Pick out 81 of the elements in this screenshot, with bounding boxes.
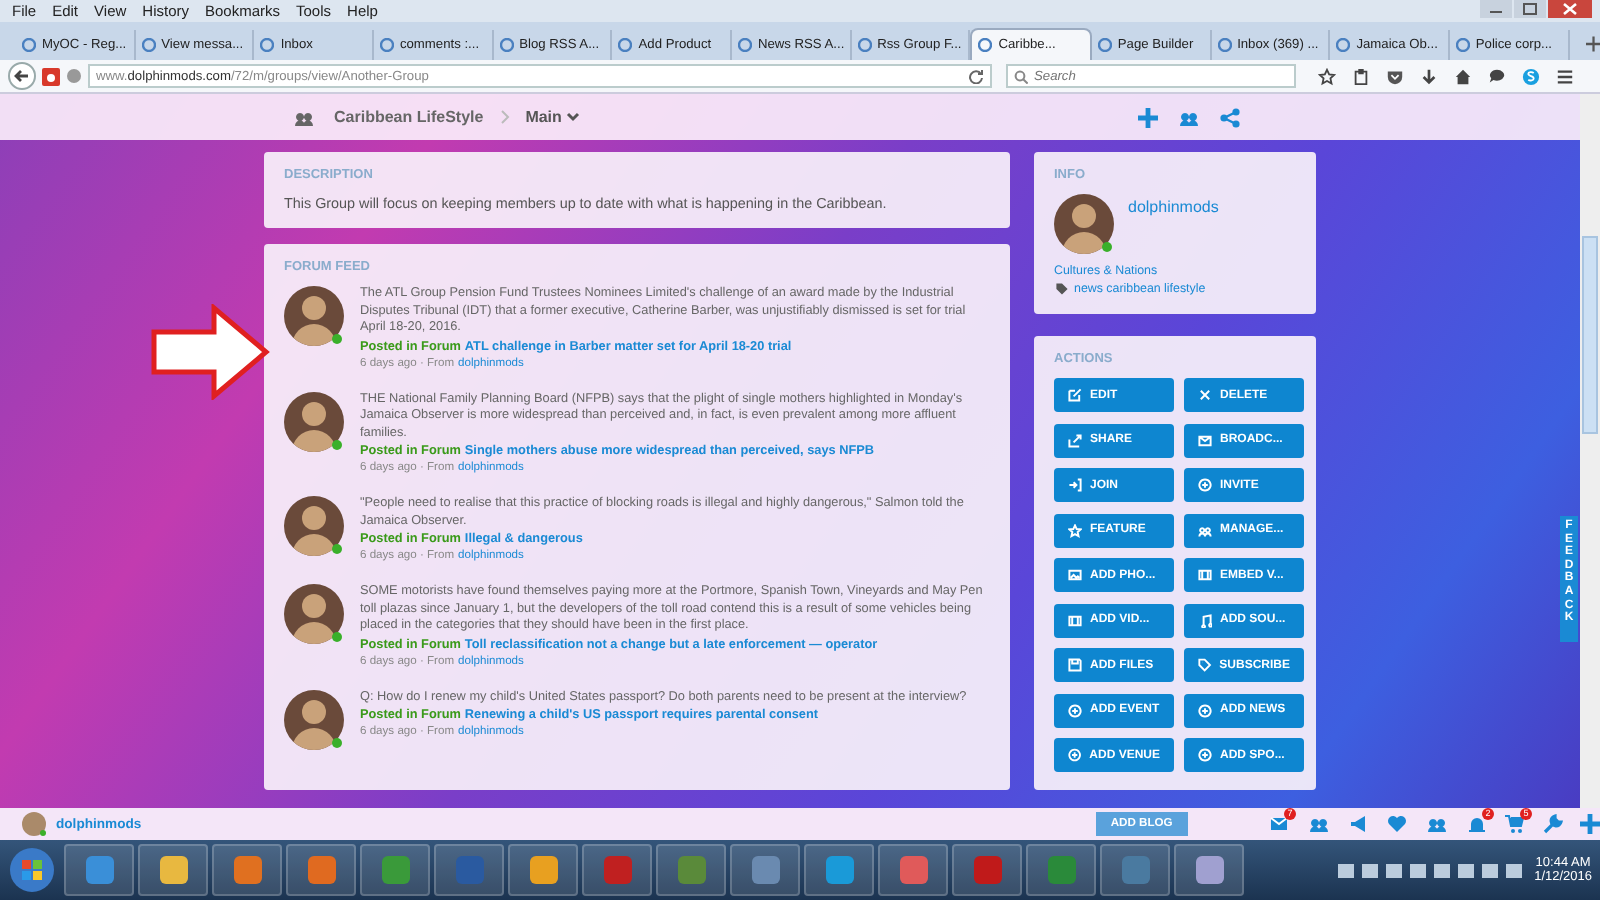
taskbar-app-icon[interactable]: [286, 844, 356, 896]
plus-icon[interactable]: [1138, 107, 1158, 127]
image-icon: [1068, 568, 1082, 582]
taskbar-app-icon[interactable]: [952, 844, 1022, 896]
people-icon[interactable]: [1176, 107, 1202, 127]
favicon-icon: [22, 38, 36, 52]
avatar[interactable]: [284, 496, 344, 556]
avatar[interactable]: [284, 584, 344, 644]
taskbar-app-icon[interactable]: [878, 844, 948, 896]
film-icon: [1198, 568, 1212, 582]
taskbar-app-icon[interactable]: [656, 844, 726, 896]
taskbar-app-icon[interactable]: [1100, 844, 1170, 896]
avatar[interactable]: [1054, 194, 1114, 254]
favicon-icon: [737, 38, 752, 52]
close-icon[interactable]: [1548, 0, 1592, 18]
chevron-right-icon: [499, 110, 510, 124]
share-icon: [1068, 433, 1082, 447]
reload-icon[interactable]: [968, 68, 984, 84]
home-icon[interactable]: [1454, 67, 1472, 85]
favicon-icon: [499, 38, 514, 52]
taskbar-app-icon[interactable]: [212, 844, 282, 896]
download-icon[interactable]: [1420, 67, 1438, 85]
back-button[interactable]: [8, 62, 36, 90]
section-dropdown[interactable]: Main: [525, 108, 580, 126]
star-icon[interactable]: [1318, 67, 1336, 85]
favicon-icon: [141, 38, 156, 52]
chat-icon[interactable]: [1488, 67, 1506, 85]
sign-in-icon: [1068, 478, 1082, 492]
plus-icon[interactable]: [1580, 814, 1600, 834]
taskbar-app-icon[interactable]: [804, 844, 874, 896]
taskbar-app-icon[interactable]: [582, 844, 652, 896]
favicon-icon: [857, 38, 872, 52]
share-icon[interactable]: [1220, 107, 1240, 127]
envelope-icon: [1198, 433, 1212, 447]
favicon-icon: [1097, 38, 1112, 52]
people-icon[interactable]: [1424, 814, 1450, 834]
edit-icon: [1068, 388, 1082, 402]
taskbar-app-icon[interactable]: [1026, 844, 1096, 896]
favicon-icon: [1455, 38, 1470, 52]
heart-icon[interactable]: [1386, 814, 1408, 834]
pocket-icon[interactable]: [1386, 67, 1404, 85]
clipboard-icon[interactable]: [1352, 67, 1370, 85]
close-icon: [1198, 388, 1212, 402]
favicon-icon: [379, 38, 394, 52]
people-icon: [290, 107, 318, 127]
group-title[interactable]: Caribbean LifeStyle: [334, 108, 484, 126]
caret-icon: [565, 112, 580, 122]
new-tab-icon[interactable]: [1585, 36, 1600, 52]
star-icon: [1068, 523, 1082, 537]
people-icon: [1198, 523, 1212, 537]
site-icon: [42, 67, 60, 85]
system-tray-icons[interactable]: [1338, 861, 1523, 879]
megaphone-icon[interactable]: [1348, 814, 1370, 834]
avatar[interactable]: [284, 391, 344, 451]
scrollbar[interactable]: [1580, 94, 1600, 808]
wrench-icon[interactable]: [1542, 814, 1564, 834]
favicon-icon: [978, 38, 993, 52]
taskbar-app-icon[interactable]: [508, 844, 578, 896]
minimize-icon[interactable]: [1480, 0, 1512, 18]
start-button[interactable]: [8, 846, 56, 894]
favicon-icon: [1336, 38, 1351, 52]
taskbar-app-icon[interactable]: [730, 844, 800, 896]
taskbar-app-icon[interactable]: [434, 844, 504, 896]
favicon-icon: [260, 38, 275, 52]
people-icon[interactable]: [1306, 814, 1332, 834]
film-icon: [1068, 613, 1082, 627]
favicon-icon: [1217, 38, 1232, 52]
avatar[interactable]: [284, 689, 344, 749]
menu-icon[interactable]: [1556, 67, 1574, 85]
tags-icon: [1054, 282, 1070, 296]
music-note-icon: [1198, 613, 1212, 627]
favicon-icon: [618, 38, 633, 52]
avatar[interactable]: [284, 286, 344, 346]
taskbar-app-icon[interactable]: [360, 844, 430, 896]
tag-icon: [1198, 658, 1212, 672]
avatar[interactable]: [22, 812, 46, 836]
user-link[interactable]: dolphinmods: [1128, 198, 1219, 216]
taskbar-app-icon[interactable]: [1174, 844, 1244, 896]
taskbar-app-icon[interactable]: [138, 844, 208, 896]
maximize-icon[interactable]: [1514, 0, 1546, 18]
arrow-annotation: [150, 304, 270, 400]
